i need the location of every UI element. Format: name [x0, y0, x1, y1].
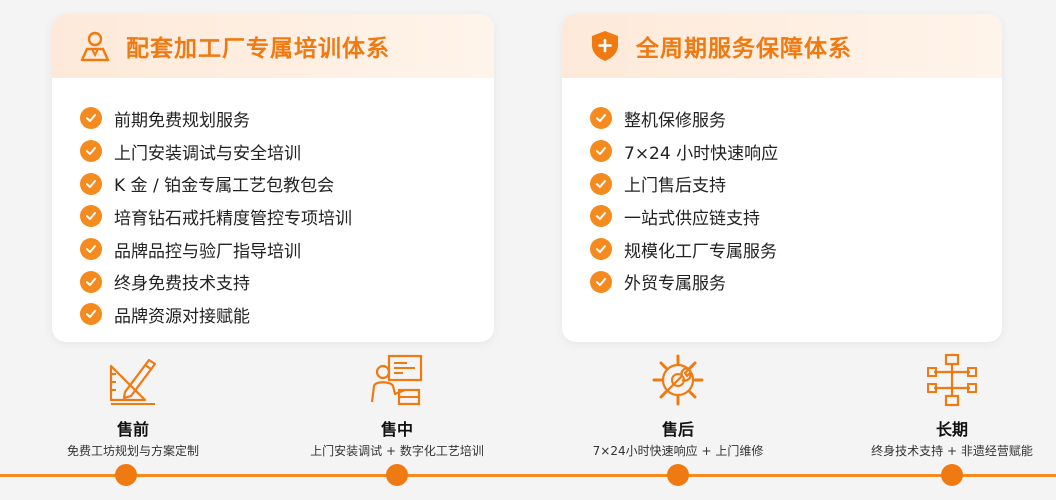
check-icon — [80, 107, 102, 130]
training-system-card: 配套加工厂专属培训体系 前期免费规划服务 上门安装调试与安全培训 K 金 / 铂… — [52, 14, 494, 342]
check-icon — [590, 238, 612, 261]
timeline-dot — [386, 464, 408, 486]
stage-title: 售后 — [661, 420, 694, 439]
list-item: 培育钻石戒托精度管控专项培训 — [80, 200, 494, 233]
feature-text: 前期免费规划服务 — [114, 110, 250, 131]
stage-title: 售前 — [116, 420, 149, 439]
feature-text: 终身免费技术支持 — [114, 274, 250, 295]
check-icon — [590, 172, 612, 195]
stage-long-term: 长期 终身技术支持 + 非遗经营赋能 — [837, 352, 1056, 459]
check-icon — [80, 270, 102, 293]
feature-text: 培育钻石戒托精度管控专项培训 — [114, 208, 352, 229]
training-card-title: 配套加工厂专属培训体系 — [126, 36, 390, 62]
feature-text: K 金 / 铂金专属工艺包教包会 — [114, 176, 335, 197]
check-icon — [590, 107, 612, 130]
check-icon — [590, 270, 612, 293]
timeline-dot — [667, 464, 689, 486]
list-item: 品牌品控与验厂指导培训 — [80, 233, 494, 266]
list-item: 外贸专属服务 — [590, 265, 1002, 298]
stage-after-sale: 售后 7×24小时快速响应 + 上门维修 — [563, 352, 793, 459]
feature-text: 规模化工厂专属服务 — [624, 241, 777, 262]
list-item: 上门售后支持 — [590, 167, 1002, 200]
list-item: 上门安装调试与安全培训 — [80, 135, 494, 168]
training-card-header: 配套加工厂专属培训体系 — [52, 14, 494, 78]
training-feature-list: 前期免费规划服务 上门安装调试与安全培训 K 金 / 铂金专属工艺包教包会 培育… — [52, 78, 494, 331]
list-item: 整机保修服务 — [590, 102, 1002, 135]
stage-title: 售中 — [380, 420, 413, 439]
list-item: 前期免费规划服务 — [80, 102, 494, 135]
flow-chart-icon — [927, 353, 977, 407]
check-icon — [80, 140, 102, 163]
service-card-header: 全周期服务保障体系 — [562, 14, 1002, 78]
list-item: 规模化工厂专属服务 — [590, 233, 1002, 266]
list-item: 一站式供应链支持 — [590, 200, 1002, 233]
timeline-line — [0, 474, 1056, 477]
stage-desc: 7×24小时快速响应 + 上门维修 — [592, 444, 764, 458]
service-card-title: 全周期服务保障体系 — [636, 36, 852, 62]
list-item: 品牌资源对接赋能 — [80, 298, 494, 331]
list-item: K 金 / 铂金专属工艺包教包会 — [80, 167, 494, 200]
timeline-dot — [115, 464, 137, 486]
service-guarantee-card: 全周期服务保障体系 整机保修服务 7×24 小时快速响应 上门售后支持 一站式供… — [562, 14, 1002, 342]
timeline-dot — [941, 464, 963, 486]
gear-wrench-icon — [652, 354, 704, 406]
service-feature-list: 整机保修服务 7×24 小时快速响应 上门售后支持 一站式供应链支持 规模化工厂… — [562, 78, 1002, 298]
stage-desc: 终身技术支持 + 非遗经营赋能 — [871, 444, 1033, 458]
check-icon — [590, 140, 612, 163]
shield-plus-icon — [592, 31, 618, 61]
feature-text: 上门安装调试与安全培训 — [114, 143, 301, 164]
stage-in-sale: 售中 上门安装调试 + 数字化工艺培训 — [282, 352, 512, 459]
feature-text: 品牌品控与验厂指导培训 — [114, 241, 301, 262]
feature-text: 整机保修服务 — [624, 110, 726, 131]
check-icon — [590, 205, 612, 228]
check-icon — [80, 172, 102, 195]
stage-desc: 上门安装调试 + 数字化工艺培训 — [310, 444, 484, 458]
stage-pre-sale: 售前 免费工坊规划与方案定制 — [18, 352, 248, 459]
check-icon — [80, 238, 102, 261]
list-item: 7×24 小时快速响应 — [590, 135, 1002, 168]
feature-text: 上门售后支持 — [624, 176, 726, 197]
feature-text: 外贸专属服务 — [624, 274, 726, 295]
check-icon — [80, 303, 102, 326]
feature-text: 品牌资源对接赋能 — [114, 306, 250, 327]
feature-text: 一站式供应链支持 — [624, 208, 760, 229]
feature-text: 7×24 小时快速响应 — [624, 143, 779, 164]
ruler-pencil-icon — [109, 358, 157, 405]
check-icon — [80, 205, 102, 228]
trainer-board-icon — [370, 354, 423, 406]
stage-title: 长期 — [935, 420, 968, 439]
stage-desc: 免费工坊规划与方案定制 — [66, 444, 199, 458]
list-item: 终身免费技术支持 — [80, 265, 494, 298]
person-icon — [80, 31, 110, 62]
